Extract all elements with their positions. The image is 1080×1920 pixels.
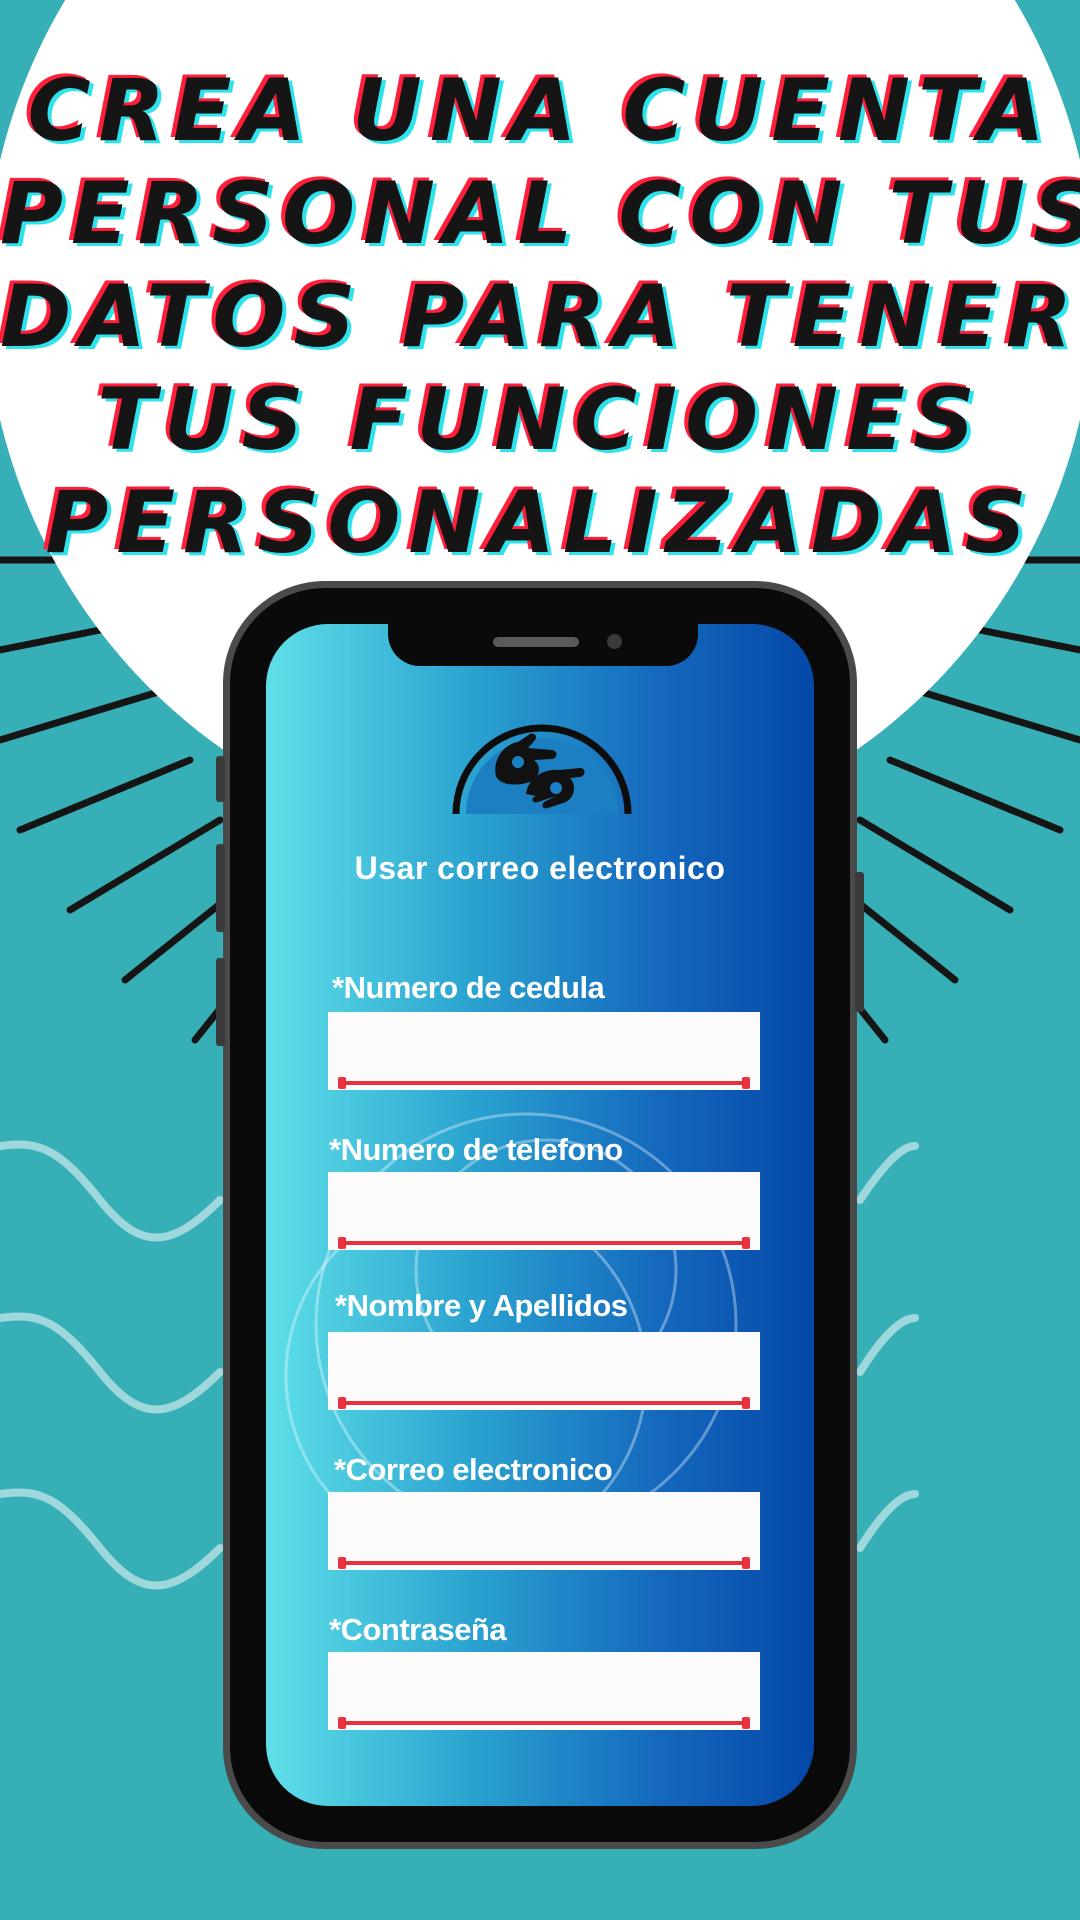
side-button [216,756,225,802]
front-camera [607,634,622,649]
field-underline [338,1077,750,1089]
full-name-label: *Nombre y Apellidos [335,1288,628,1323]
headline-line: TUS FUNCIONES [97,370,983,470]
field-underline [338,1237,750,1249]
volume-down-button [216,958,225,1046]
power-button [855,872,864,1012]
phone-mockup: Usar correo electronico *Numero de cedul… [216,588,864,1842]
phone-number-field[interactable] [328,1172,760,1250]
password-label: *Contraseña [329,1612,507,1647]
password-input[interactable] [328,1652,760,1730]
full-name-input[interactable] [328,1332,760,1410]
phone-number-input[interactable] [328,1172,760,1250]
phone-notch [388,624,698,666]
speaker-grille [493,637,579,647]
headline-line: DATOS PARA TENER [0,267,1080,367]
volume-up-button [216,844,225,932]
headline-line: PERSONAL CON TUS [0,164,1080,264]
use-email-link[interactable]: Usar correo electronico [266,850,814,887]
sign-language-hands-icon [452,724,632,814]
password-field[interactable] [328,1652,760,1730]
email-label: *Correo electronico [334,1452,613,1487]
field-underline [338,1397,750,1409]
phone-number-label: *Numero de telefono [329,1132,623,1167]
id-number-field[interactable] [328,1012,760,1090]
email-input[interactable] [328,1492,760,1570]
email-field[interactable] [328,1492,760,1570]
id-number-input[interactable] [328,1012,760,1090]
field-underline [338,1557,750,1569]
headline-line: PERSONALIZADAS [45,473,1035,573]
headline-line: CREA UNA CUENTA [27,61,1053,161]
field-underline [338,1717,750,1729]
id-number-label: *Numero de cedula [332,970,605,1005]
phone-screen: Usar correo electronico *Numero de cedul… [266,624,814,1806]
headline: CREA UNA CUENTA PERSONAL CON TUS DATOS P… [0,60,1080,575]
full-name-field[interactable] [328,1332,760,1410]
